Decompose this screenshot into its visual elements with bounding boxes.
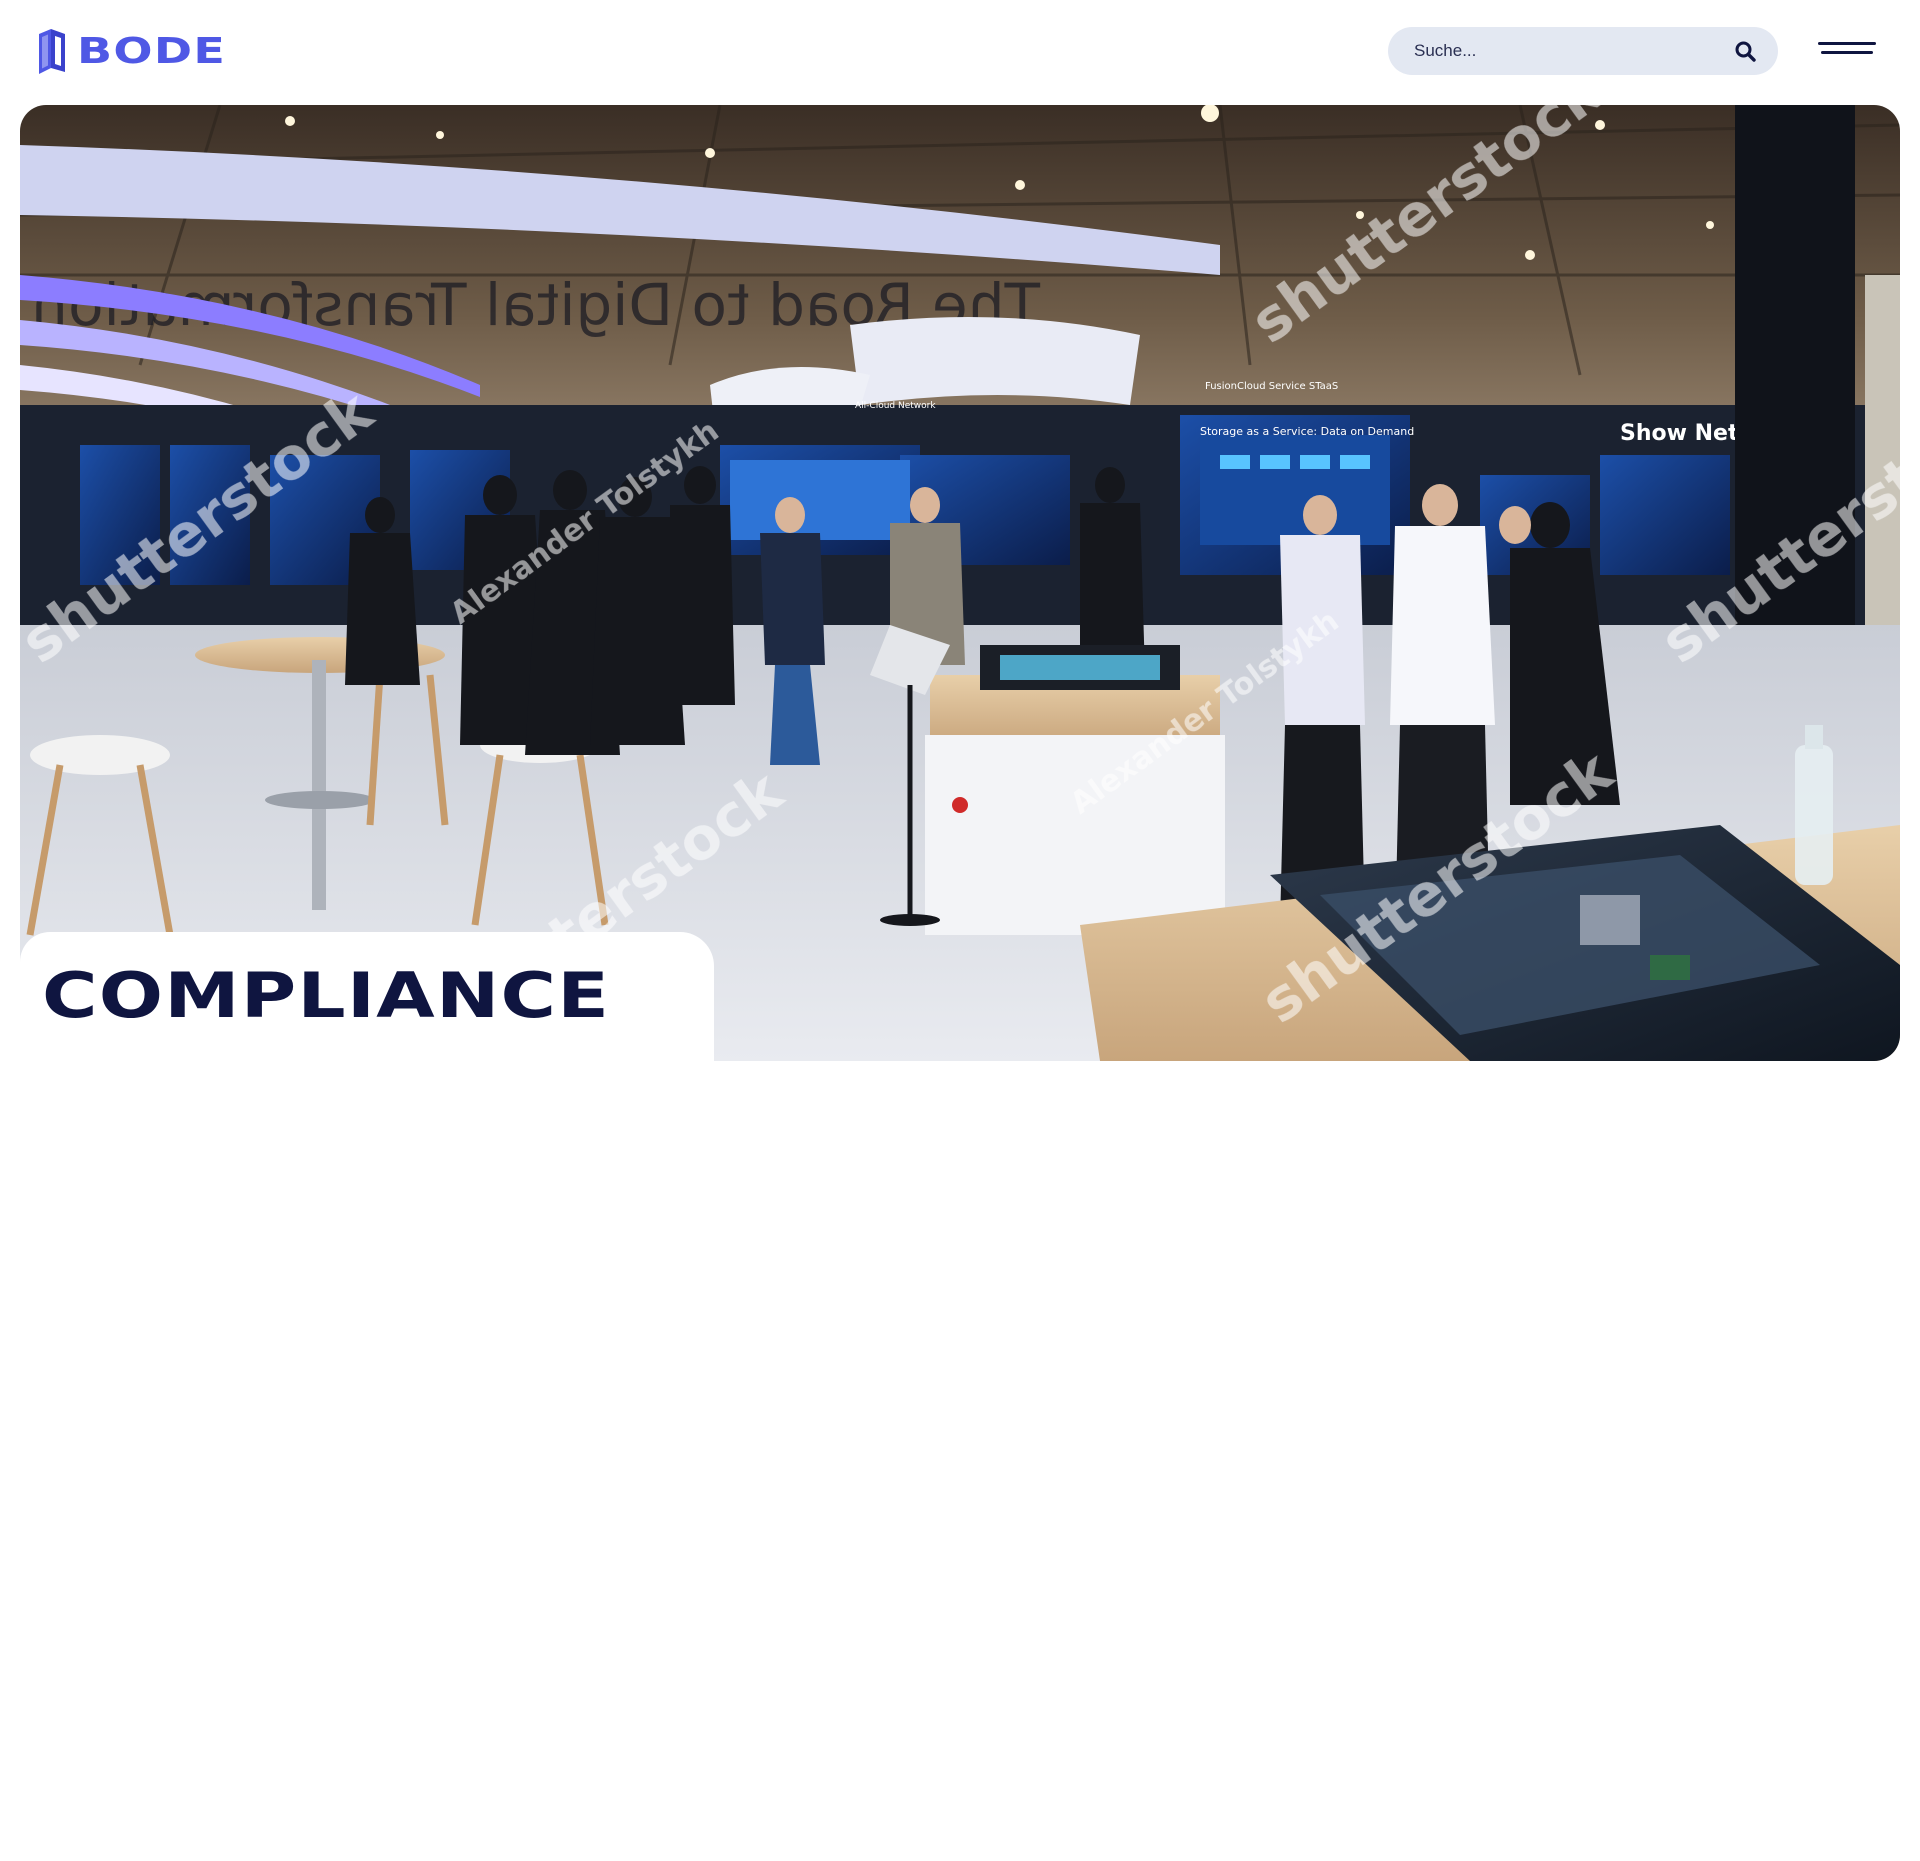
site-header: BODE — [0, 0, 1920, 105]
trade-show-photo: The Road to Digital Transformation Stora… — [20, 105, 1900, 1061]
logo-text: BODE — [77, 31, 227, 72]
svg-text:Show Net: Show Net — [1620, 421, 1739, 446]
search-bar — [1388, 27, 1778, 75]
menu-button[interactable] — [1818, 38, 1876, 62]
page-title: COMPLIANCE — [42, 959, 611, 1032]
bode-logo-icon — [39, 29, 65, 74]
svg-text:Storage as a Service: Data on: Storage as a Service: Data on Demand — [1200, 425, 1414, 438]
svg-text:All-Cloud Network: All-Cloud Network — [855, 401, 936, 411]
logo-link[interactable]: BODE — [37, 28, 225, 76]
search-button[interactable] — [1732, 38, 1758, 64]
hero-image: The Road to Digital Transformation Stora… — [20, 105, 1900, 1061]
search-icon — [1735, 41, 1756, 62]
search-input[interactable] — [1414, 41, 1732, 61]
svg-text:FusionCloud Service STaaS: FusionCloud Service STaaS — [1205, 381, 1338, 392]
